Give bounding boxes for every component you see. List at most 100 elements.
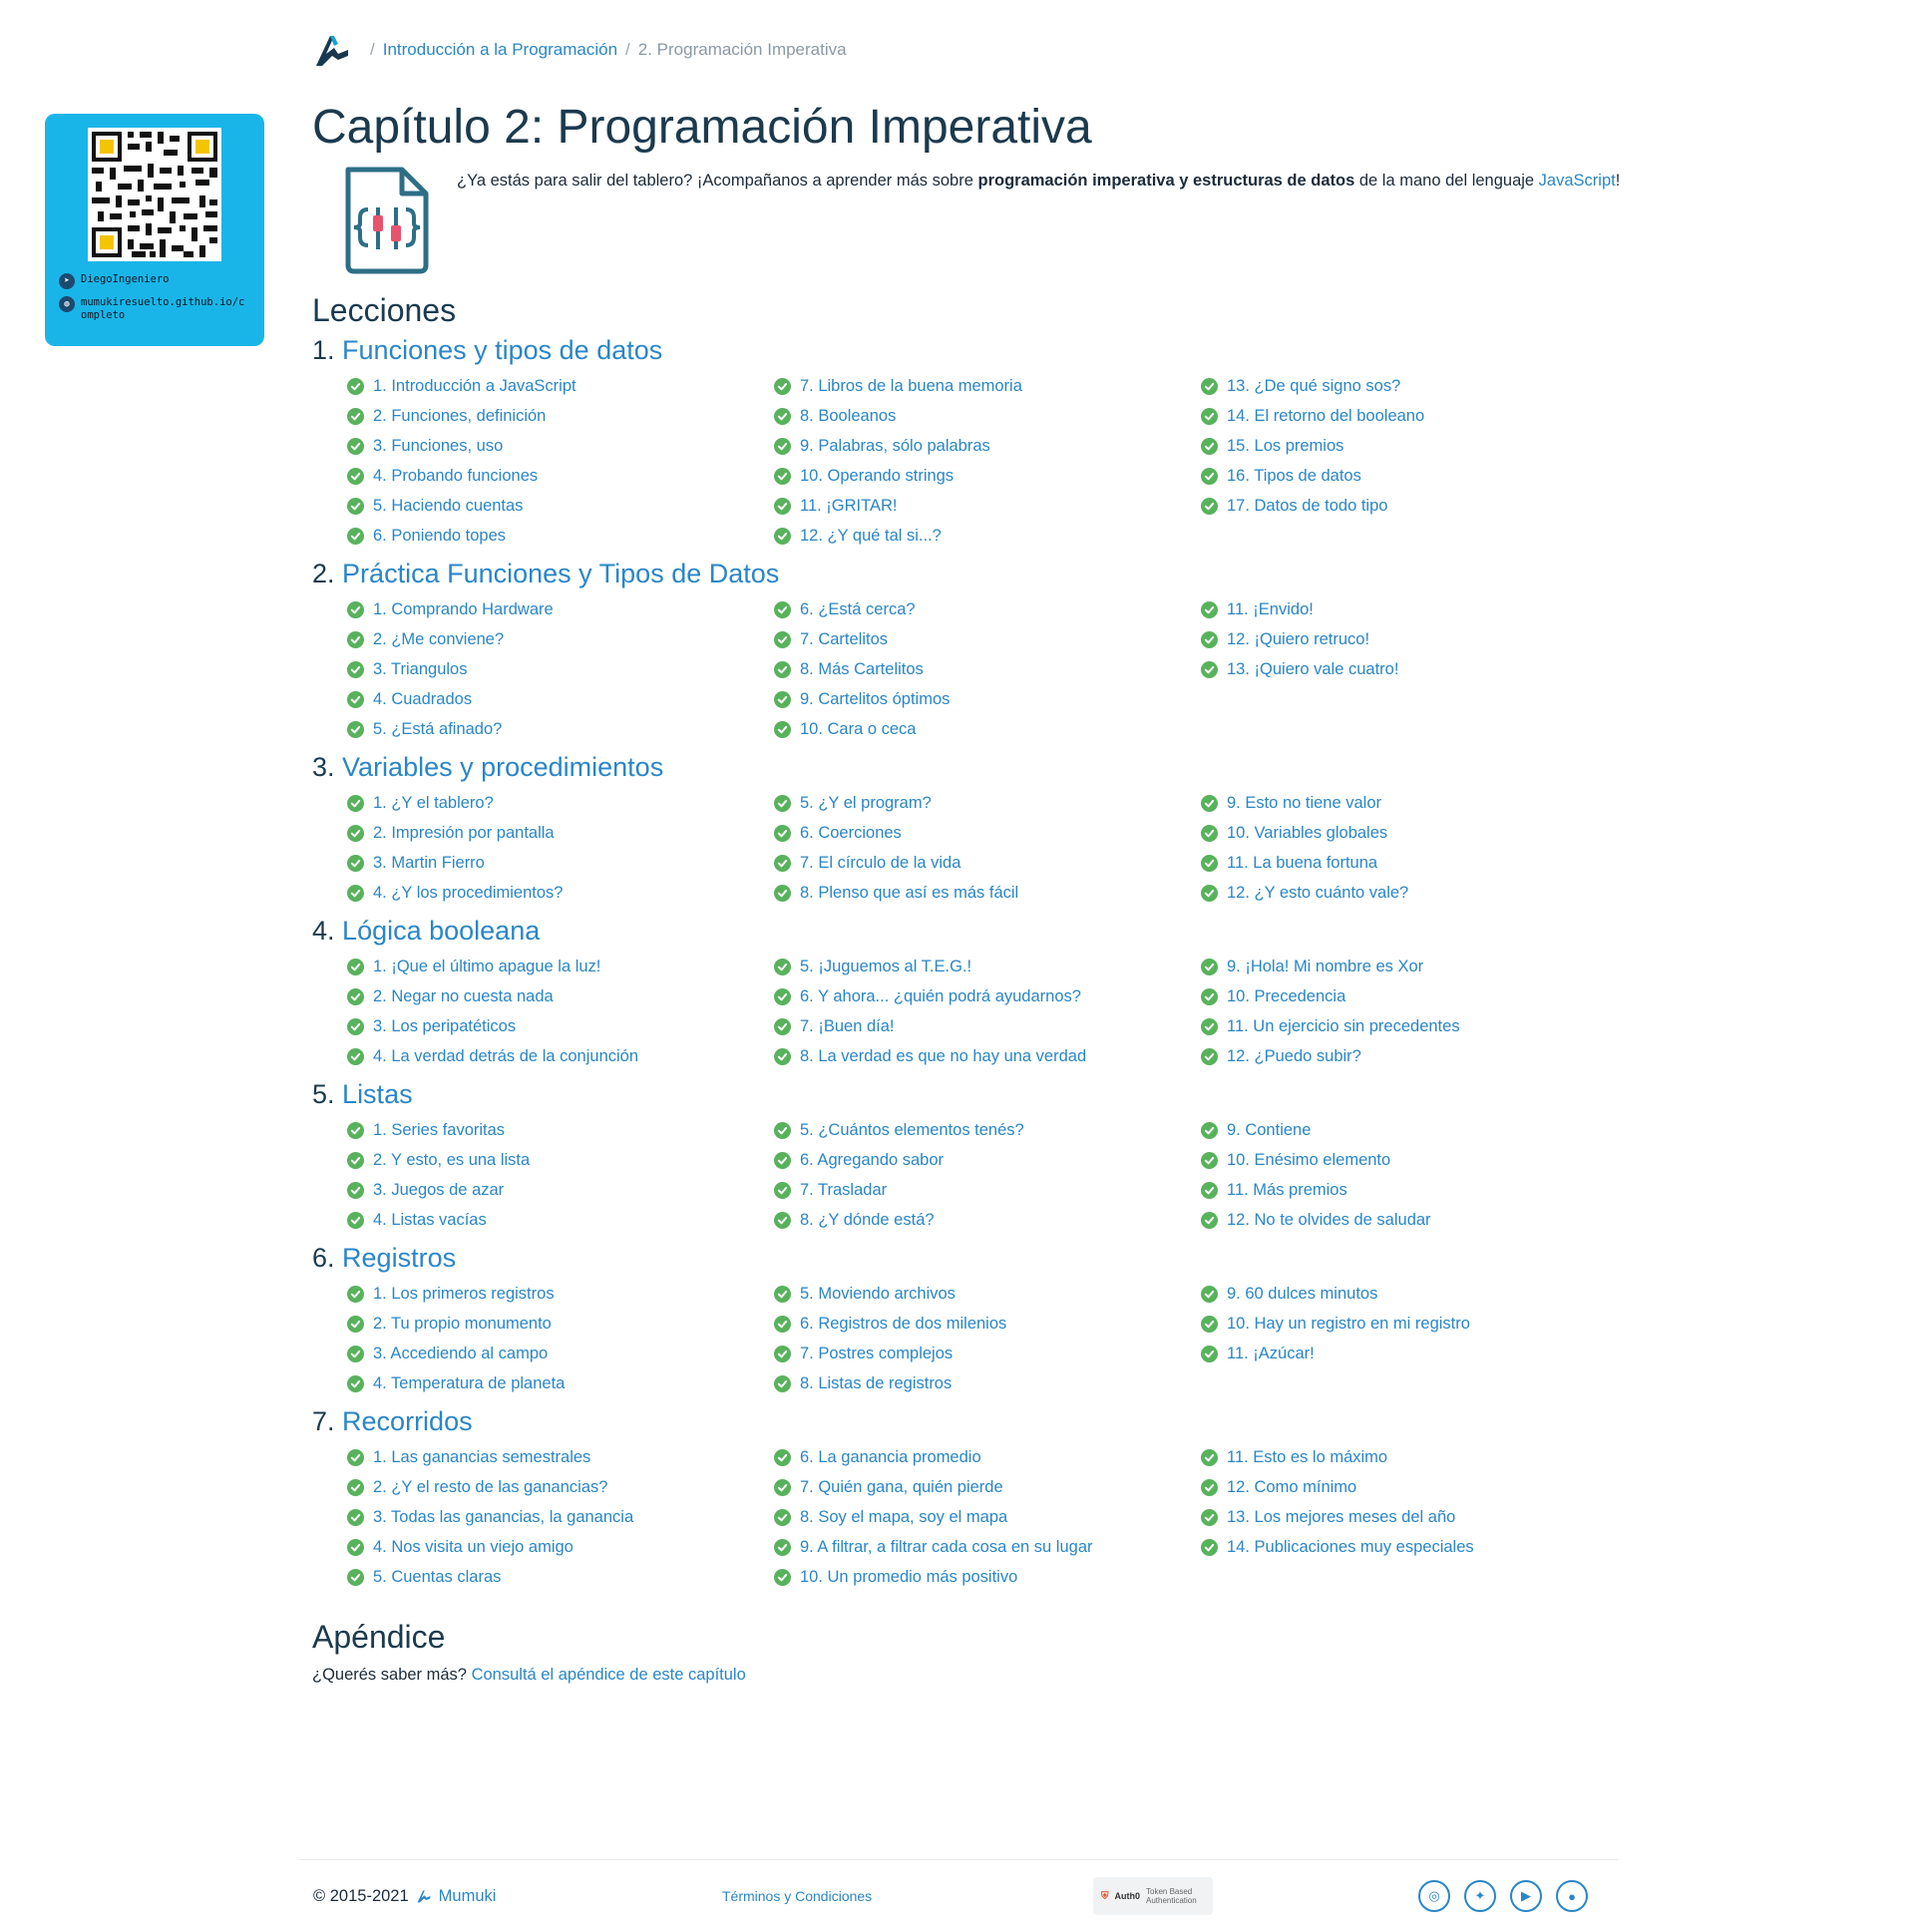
exercise-link[interactable]: 10. Variables globales — [1201, 818, 1628, 848]
lesson-link[interactable]: Lógica booleana — [342, 916, 540, 946]
exercise-link[interactable]: 5. Haciendo cuentas — [347, 491, 774, 521]
lesson-link[interactable]: Variables y procedimientos — [342, 752, 663, 782]
exercise-link[interactable]: 1. Comprando Hardware — [347, 594, 774, 624]
exercise-link[interactable]: 1. Los primeros registros — [347, 1279, 774, 1309]
exercise-link[interactable]: 14. El retorno del booleano — [1201, 401, 1628, 431]
breadcrumb-course-link[interactable]: Introducción a la Programación — [383, 40, 617, 60]
auth0-badge[interactable]: ⛨ Auth0 Token Based Authentication — [1093, 1877, 1213, 1915]
exercise-link[interactable]: 5. ¿Está afinado? — [347, 714, 774, 744]
exercise-link[interactable]: 8. Soy el mapa, soy el mapa — [774, 1502, 1201, 1532]
exercise-link[interactable]: 4. La verdad detrás de la conjunción — [347, 1041, 774, 1071]
mumuki-link[interactable]: Mumuki — [439, 1887, 497, 1906]
exercise-link[interactable]: 2. Y esto, es una lista — [347, 1145, 774, 1175]
exercise-link[interactable]: 7. Libros de la buena memoria — [774, 371, 1201, 401]
exercise-link[interactable]: 2. Tu propio monumento — [347, 1309, 774, 1339]
twitter-icon[interactable]: ✦ — [1464, 1880, 1496, 1912]
exercise-link[interactable]: 3. Triangulos — [347, 654, 774, 684]
exercise-link[interactable]: 16. Tipos de datos — [1201, 461, 1628, 491]
exercise-link[interactable]: 9. ¡Hola! Mi nombre es Xor — [1201, 952, 1628, 981]
exercise-link[interactable]: 1. Introducción a JavaScript — [347, 371, 774, 401]
exercise-link[interactable]: 9. Contiene — [1201, 1115, 1628, 1145]
exercise-link[interactable]: 1. ¿Y el tablero? — [347, 788, 774, 818]
exercise-link[interactable]: 10. Enésimo elemento — [1201, 1145, 1628, 1175]
exercise-link[interactable]: 6. Coerciones — [774, 818, 1201, 848]
exercise-link[interactable]: 9. A filtrar, a filtrar cada cosa en su … — [774, 1532, 1201, 1562]
exercise-link[interactable]: 7. Cartelitos — [774, 624, 1201, 654]
exercise-link[interactable]: 7. Quién gana, quién pierde — [774, 1472, 1201, 1502]
exercise-link[interactable]: 3. Los peripatéticos — [347, 1011, 774, 1041]
exercise-link[interactable]: 2. Negar no cuesta nada — [347, 981, 774, 1011]
exercise-link[interactable]: 6. La ganancia promedio — [774, 1442, 1201, 1472]
mumuki-logo-icon[interactable] — [312, 30, 352, 70]
exercise-link[interactable]: 12. ¡Quiero retruco! — [1201, 624, 1628, 654]
exercise-link[interactable]: 5. ¡Juguemos al T.E.G.! — [774, 952, 1201, 981]
exercise-link[interactable]: 3. Juegos de azar — [347, 1175, 774, 1205]
exercise-link[interactable]: 7. El círculo de la vida — [774, 848, 1201, 878]
appendix-link[interactable]: Consultá el apéndice de este capítulo — [472, 1666, 746, 1684]
lesson-link[interactable]: Práctica Funciones y Tipos de Datos — [342, 559, 779, 588]
exercise-link[interactable]: 9. 60 dulces minutos — [1201, 1279, 1628, 1309]
exercise-link[interactable]: 7. Postres complejos — [774, 1339, 1201, 1368]
lesson-link[interactable]: Listas — [342, 1079, 413, 1109]
exercise-link[interactable]: 7. ¡Buen día! — [774, 1011, 1201, 1041]
exercise-link[interactable]: 8. Plenso que así es más fácil — [774, 878, 1201, 908]
exercise-link[interactable]: 10. Operando strings — [774, 461, 1201, 491]
exercise-link[interactable]: 5. Cuentas claras — [347, 1562, 774, 1592]
exercise-link[interactable]: 9. Cartelitos óptimos — [774, 684, 1201, 714]
exercise-link[interactable]: 7. Trasladar — [774, 1175, 1201, 1205]
exercise-link[interactable]: 13. ¿De qué signo sos? — [1201, 371, 1628, 401]
exercise-link[interactable]: 4. Cuadrados — [347, 684, 774, 714]
exercise-link[interactable]: 10. Hay un registro en mi registro — [1201, 1309, 1628, 1339]
exercise-link[interactable]: 11. Más premios — [1201, 1175, 1628, 1205]
exercise-link[interactable]: 12. No te olvides de saludar — [1201, 1205, 1628, 1235]
exercise-link[interactable]: 8. La verdad es que no hay una verdad — [774, 1041, 1201, 1071]
exercise-link[interactable]: 17. Datos de todo tipo — [1201, 491, 1628, 521]
exercise-link[interactable]: 8. ¿Y dónde está? — [774, 1205, 1201, 1235]
lesson-link[interactable]: Recorridos — [342, 1406, 473, 1436]
exercise-link[interactable]: 13. Los mejores meses del año — [1201, 1502, 1628, 1532]
exercise-link[interactable]: 8. Booleanos — [774, 401, 1201, 431]
exercise-link[interactable]: 1. Las ganancias semestrales — [347, 1442, 774, 1472]
exercise-link[interactable]: 3. Todas las ganancias, la ganancia — [347, 1502, 774, 1532]
exercise-link[interactable]: 2. ¿Me conviene? — [347, 624, 774, 654]
exercise-link[interactable]: 11. ¡GRITAR! — [774, 491, 1201, 521]
exercise-link[interactable]: 6. Agregando sabor — [774, 1145, 1201, 1175]
exercise-link[interactable]: 4. Nos visita un viejo amigo — [347, 1532, 774, 1562]
exercise-link[interactable]: 6. ¿Está cerca? — [774, 594, 1201, 624]
exercise-link[interactable]: 9. Esto no tiene valor — [1201, 788, 1628, 818]
javascript-link[interactable]: JavaScript — [1539, 172, 1616, 190]
exercise-link[interactable]: 13. ¡Quiero vale cuatro! — [1201, 654, 1628, 684]
exercise-link[interactable]: 12. ¿Y qué tal si...? — [774, 521, 1201, 551]
exercise-link[interactable]: 10. Cara o ceca — [774, 714, 1201, 744]
exercise-link[interactable]: 12. ¿Puedo subir? — [1201, 1041, 1628, 1071]
exercise-link[interactable]: 11. Esto es lo máximo — [1201, 1442, 1628, 1472]
exercise-link[interactable]: 11. ¡Azúcar! — [1201, 1339, 1628, 1368]
exercise-link[interactable]: 4. Listas vacías — [347, 1205, 774, 1235]
exercise-link[interactable]: 10. Precedencia — [1201, 981, 1628, 1011]
exercise-link[interactable]: 2. Impresión por pantalla — [347, 818, 774, 848]
exercise-link[interactable]: 1. ¡Que el último apague la luz! — [347, 952, 774, 981]
exercise-link[interactable]: 12. ¿Y esto cuánto vale? — [1201, 878, 1628, 908]
exercise-link[interactable]: 14. Publicaciones muy especiales — [1201, 1532, 1628, 1562]
exercise-link[interactable]: 2. Funciones, definición — [347, 401, 774, 431]
exercise-link[interactable]: 3. Funciones, uso — [347, 431, 774, 461]
exercise-link[interactable]: 5. ¿Cuántos elementos tenés? — [774, 1115, 1201, 1145]
exercise-link[interactable]: 4. Probando funciones — [347, 461, 774, 491]
exercise-link[interactable]: 10. Un promedio más positivo — [774, 1562, 1201, 1592]
exercise-link[interactable]: 3. Accediendo al campo — [347, 1339, 774, 1368]
lesson-link[interactable]: Registros — [342, 1243, 456, 1273]
exercise-link[interactable]: 12. Como mínimo — [1201, 1472, 1628, 1502]
exercise-link[interactable]: 6. Registros de dos milenios — [774, 1309, 1201, 1339]
exercise-link[interactable]: 5. Moviendo archivos — [774, 1279, 1201, 1309]
exercise-link[interactable]: 5. ¿Y el program? — [774, 788, 1201, 818]
exercise-link[interactable]: 1. Series favoritas — [347, 1115, 774, 1145]
exercise-link[interactable]: 11. Un ejercicio sin precedentes — [1201, 1011, 1628, 1041]
exercise-link[interactable]: 11. La buena fortuna — [1201, 848, 1628, 878]
exercise-link[interactable]: 6. Poniendo topes — [347, 521, 774, 551]
instagram-icon[interactable]: ◎ — [1418, 1880, 1450, 1912]
exercise-link[interactable]: 6. Y ahora... ¿quién podrá ayudarnos? — [774, 981, 1201, 1011]
exercise-link[interactable]: 8. Más Cartelitos — [774, 654, 1201, 684]
github-icon[interactable]: ● — [1556, 1880, 1588, 1912]
exercise-link[interactable]: 4. ¿Y los procedimientos? — [347, 878, 774, 908]
terms-link[interactable]: Términos y Condiciones — [722, 1888, 1093, 1904]
